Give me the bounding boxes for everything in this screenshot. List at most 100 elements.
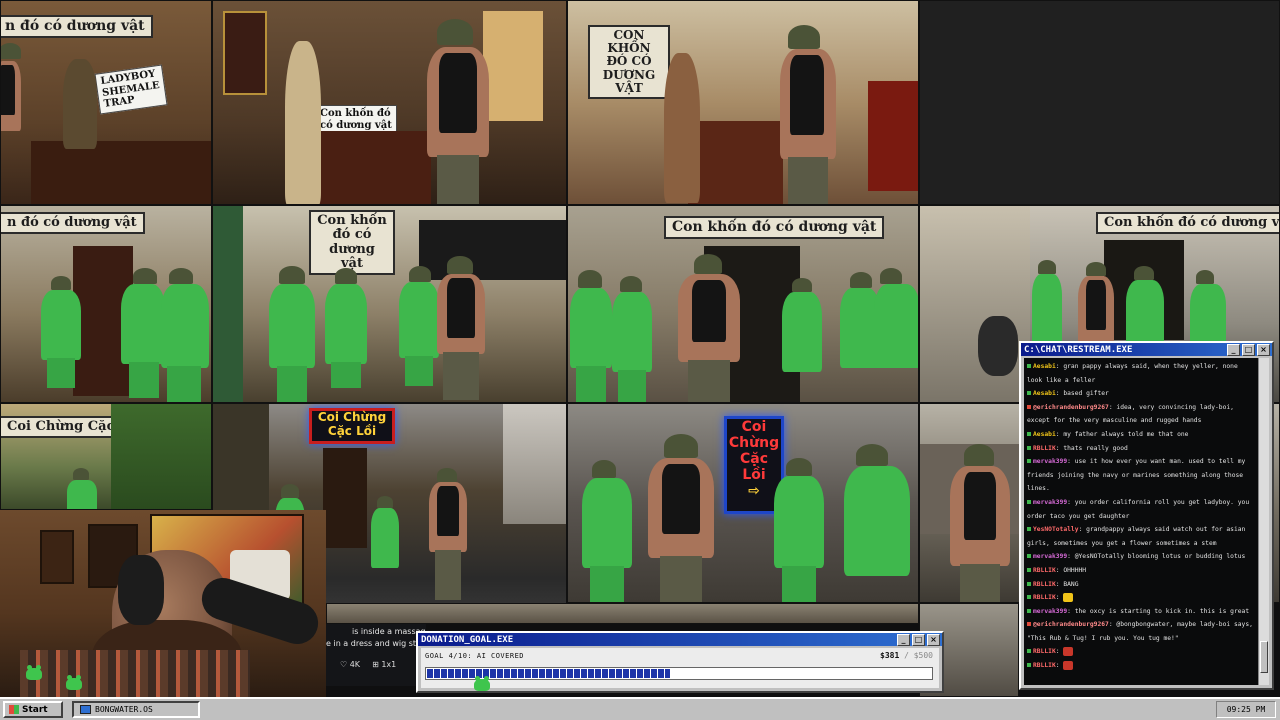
chat-text: based gifter bbox=[1063, 390, 1109, 398]
like-count[interactable]: ♡ 4K bbox=[340, 660, 360, 669]
headphones bbox=[118, 555, 164, 625]
chat-username[interactable]: mervak399 bbox=[1033, 499, 1067, 506]
chat-text: my father always told me that one bbox=[1063, 430, 1189, 438]
chat-username[interactable]: RBLLIK bbox=[1033, 648, 1056, 655]
chat-username[interactable]: mervak399 bbox=[1033, 608, 1067, 615]
chat-message: @erichrandenburg9267: @bongbongwater, ma… bbox=[1027, 621, 1253, 642]
image-tile: Coi Chừng Cặc Lồi bbox=[0, 403, 212, 510]
task-label: BONGWATER.OS bbox=[95, 705, 153, 714]
shop-sign: n đó có dương vật bbox=[1, 15, 153, 39]
chat-username[interactable]: @erichrandenburg9267 bbox=[1033, 621, 1109, 628]
maximize-button[interactable]: □ bbox=[1242, 344, 1255, 356]
image-tile: Con khốn đó có dương vật bbox=[212, 0, 567, 205]
chat-message: RBLLIK: bbox=[1027, 645, 1255, 659]
start-button[interactable]: Start bbox=[3, 701, 63, 718]
chat-username[interactable]: RBLLIK bbox=[1033, 567, 1056, 574]
card-line: có dương vật bbox=[320, 119, 392, 131]
frog-emote-icon bbox=[26, 665, 42, 680]
shop-sign: Con khốn đó có dương vật bbox=[664, 216, 885, 240]
like-count-value: 4K bbox=[349, 660, 361, 669]
chat-titlebar[interactable]: C:\CHAT\RESTREAM.EXE _ □ × bbox=[1021, 343, 1272, 356]
chat-text: @YesNOTotally blooming lotus or budding … bbox=[1074, 553, 1246, 561]
maximize-button[interactable]: □ bbox=[912, 634, 925, 646]
close-button[interactable]: × bbox=[1257, 344, 1270, 356]
taskbar-app-bongwater[interactable]: BONGWATER.OS bbox=[72, 701, 200, 718]
chat-username[interactable]: Aesabi bbox=[1033, 431, 1056, 438]
chat-badge-icon bbox=[1027, 622, 1031, 627]
repost-count[interactable]: ⊞ 1x1 bbox=[372, 660, 396, 669]
close-button[interactable]: × bbox=[927, 634, 940, 646]
chat-badge-icon bbox=[1027, 663, 1031, 668]
minimize-button[interactable]: _ bbox=[1227, 344, 1240, 356]
donation-goal-window[interactable]: DONATION_GOAL.EXE _ □ × GOAL 4/10: AI CO… bbox=[416, 631, 944, 693]
window-title: DONATION_GOAL.EXE bbox=[421, 634, 514, 645]
chat-badge-icon bbox=[1027, 431, 1031, 436]
neon-arrow: ⇨ bbox=[748, 483, 760, 500]
webcam-feed bbox=[0, 510, 326, 697]
chat-text: thats really good bbox=[1063, 444, 1128, 452]
neon-line: Chừng bbox=[728, 435, 780, 452]
chat-username[interactable]: mervak399 bbox=[1033, 458, 1067, 465]
chat-username[interactable]: RBLLIK bbox=[1033, 594, 1056, 601]
chat-username[interactable]: RBLLIK bbox=[1033, 581, 1056, 588]
card-line: Con khốn đó bbox=[320, 108, 391, 119]
neon-line: Coi bbox=[741, 419, 767, 435]
chat-text: the oxcy is starting to kick in. this is… bbox=[1074, 607, 1250, 615]
goal-current: $381 bbox=[880, 651, 900, 660]
frog-emote-icon bbox=[474, 676, 490, 691]
chat-username[interactable]: @erichrandenburg9267 bbox=[1033, 404, 1109, 411]
post-text: e in a dress and wig stanc bbox=[326, 639, 421, 648]
chat-username[interactable]: Aesabi bbox=[1033, 390, 1056, 397]
chat-badge-icon bbox=[1027, 595, 1031, 600]
minimize-button[interactable]: _ bbox=[897, 634, 910, 646]
chat-message: mervak399: use it how ever you want man.… bbox=[1027, 458, 1246, 493]
emote-icon bbox=[1063, 592, 1074, 602]
chat-window[interactable]: C:\CHAT\RESTREAM.EXE _ □ × Aesabi: gran … bbox=[1019, 341, 1274, 690]
chat-badge-icon bbox=[1027, 445, 1031, 450]
chat-message: YesNOTotally: grandpappy always said wat… bbox=[1027, 526, 1246, 547]
chat-badge-icon bbox=[1027, 459, 1031, 464]
chat-text: gran pappy always said, when they yeller… bbox=[1027, 363, 1238, 384]
image-tile: n đó có dương vật bbox=[0, 205, 212, 403]
chat-text: OHHHHH bbox=[1063, 566, 1087, 574]
chat-badge-icon bbox=[1027, 364, 1031, 368]
chat-message: RBLLIK: thats really good bbox=[1027, 442, 1255, 456]
frog-emote-icon bbox=[66, 675, 82, 690]
goal-label: GOAL 4/10: AI COVERED bbox=[425, 652, 525, 660]
chat-log[interactable]: Aesabi: gran pappy always said, when the… bbox=[1024, 358, 1258, 685]
chat-message: Aesabi: my father always told me that on… bbox=[1027, 428, 1255, 442]
image-tile: Con khốn đó có dương vật bbox=[567, 205, 919, 403]
chat-username[interactable]: Aesabi bbox=[1033, 363, 1056, 370]
chat-message: mervak399: the oxcy is starting to kick … bbox=[1027, 605, 1255, 619]
chat-username[interactable]: mervak399 bbox=[1033, 553, 1067, 560]
donation-titlebar[interactable]: DONATION_GOAL.EXE _ □ × bbox=[418, 633, 942, 646]
chat-badge-icon bbox=[1027, 499, 1031, 504]
neon-line: Cặc Lồi bbox=[739, 451, 769, 484]
chat-badge-icon bbox=[1027, 567, 1031, 572]
chat-username[interactable]: RBLLIK bbox=[1033, 662, 1056, 669]
goal-amount: $381 / $500 bbox=[880, 651, 933, 660]
chat-badge-icon bbox=[1027, 391, 1031, 396]
reception-card: Con khốn đó có dương vật bbox=[315, 105, 397, 134]
chat-username[interactable]: RBLLIK bbox=[1033, 445, 1056, 452]
monitor-icon bbox=[80, 705, 91, 714]
windows-logo-icon bbox=[9, 705, 19, 714]
post-preview: is inside a massag e in a dress and wig … bbox=[326, 624, 426, 686]
system-clock: 09:25 PM bbox=[1216, 701, 1276, 718]
goal-progress-bar bbox=[425, 667, 933, 680]
chat-message: RBLLIK: bbox=[1027, 659, 1255, 673]
chat-message: Aesabi: based gifter bbox=[1027, 387, 1255, 401]
chat-message: @erichrandenburg9267: idea, very convinc… bbox=[1027, 403, 1234, 425]
scroll-thumb[interactable] bbox=[1260, 641, 1268, 673]
chat-badge-icon bbox=[1027, 581, 1031, 586]
shop-sign: CON KHỐN ĐÓ CÓ DƯƠNG VẬT bbox=[588, 25, 670, 99]
chat-message: RBLLIK: bbox=[1027, 591, 1255, 605]
shop-sign: n đó có dương vật bbox=[1, 212, 145, 235]
chat-scrollbar[interactable] bbox=[1258, 358, 1269, 685]
taskbar: Start BONGWATER.OS 09:25 PM bbox=[0, 697, 1280, 720]
chat-message: RBLLIK: BANG bbox=[1027, 578, 1255, 592]
image-tile: n đó có dương vật LADYBOY SHEMALE TRAP bbox=[0, 0, 212, 205]
emote-icon bbox=[1063, 646, 1074, 656]
chat-username[interactable]: YesNOTotally bbox=[1033, 526, 1079, 533]
image-tile: Con khốn đó có dương vật bbox=[212, 205, 567, 403]
